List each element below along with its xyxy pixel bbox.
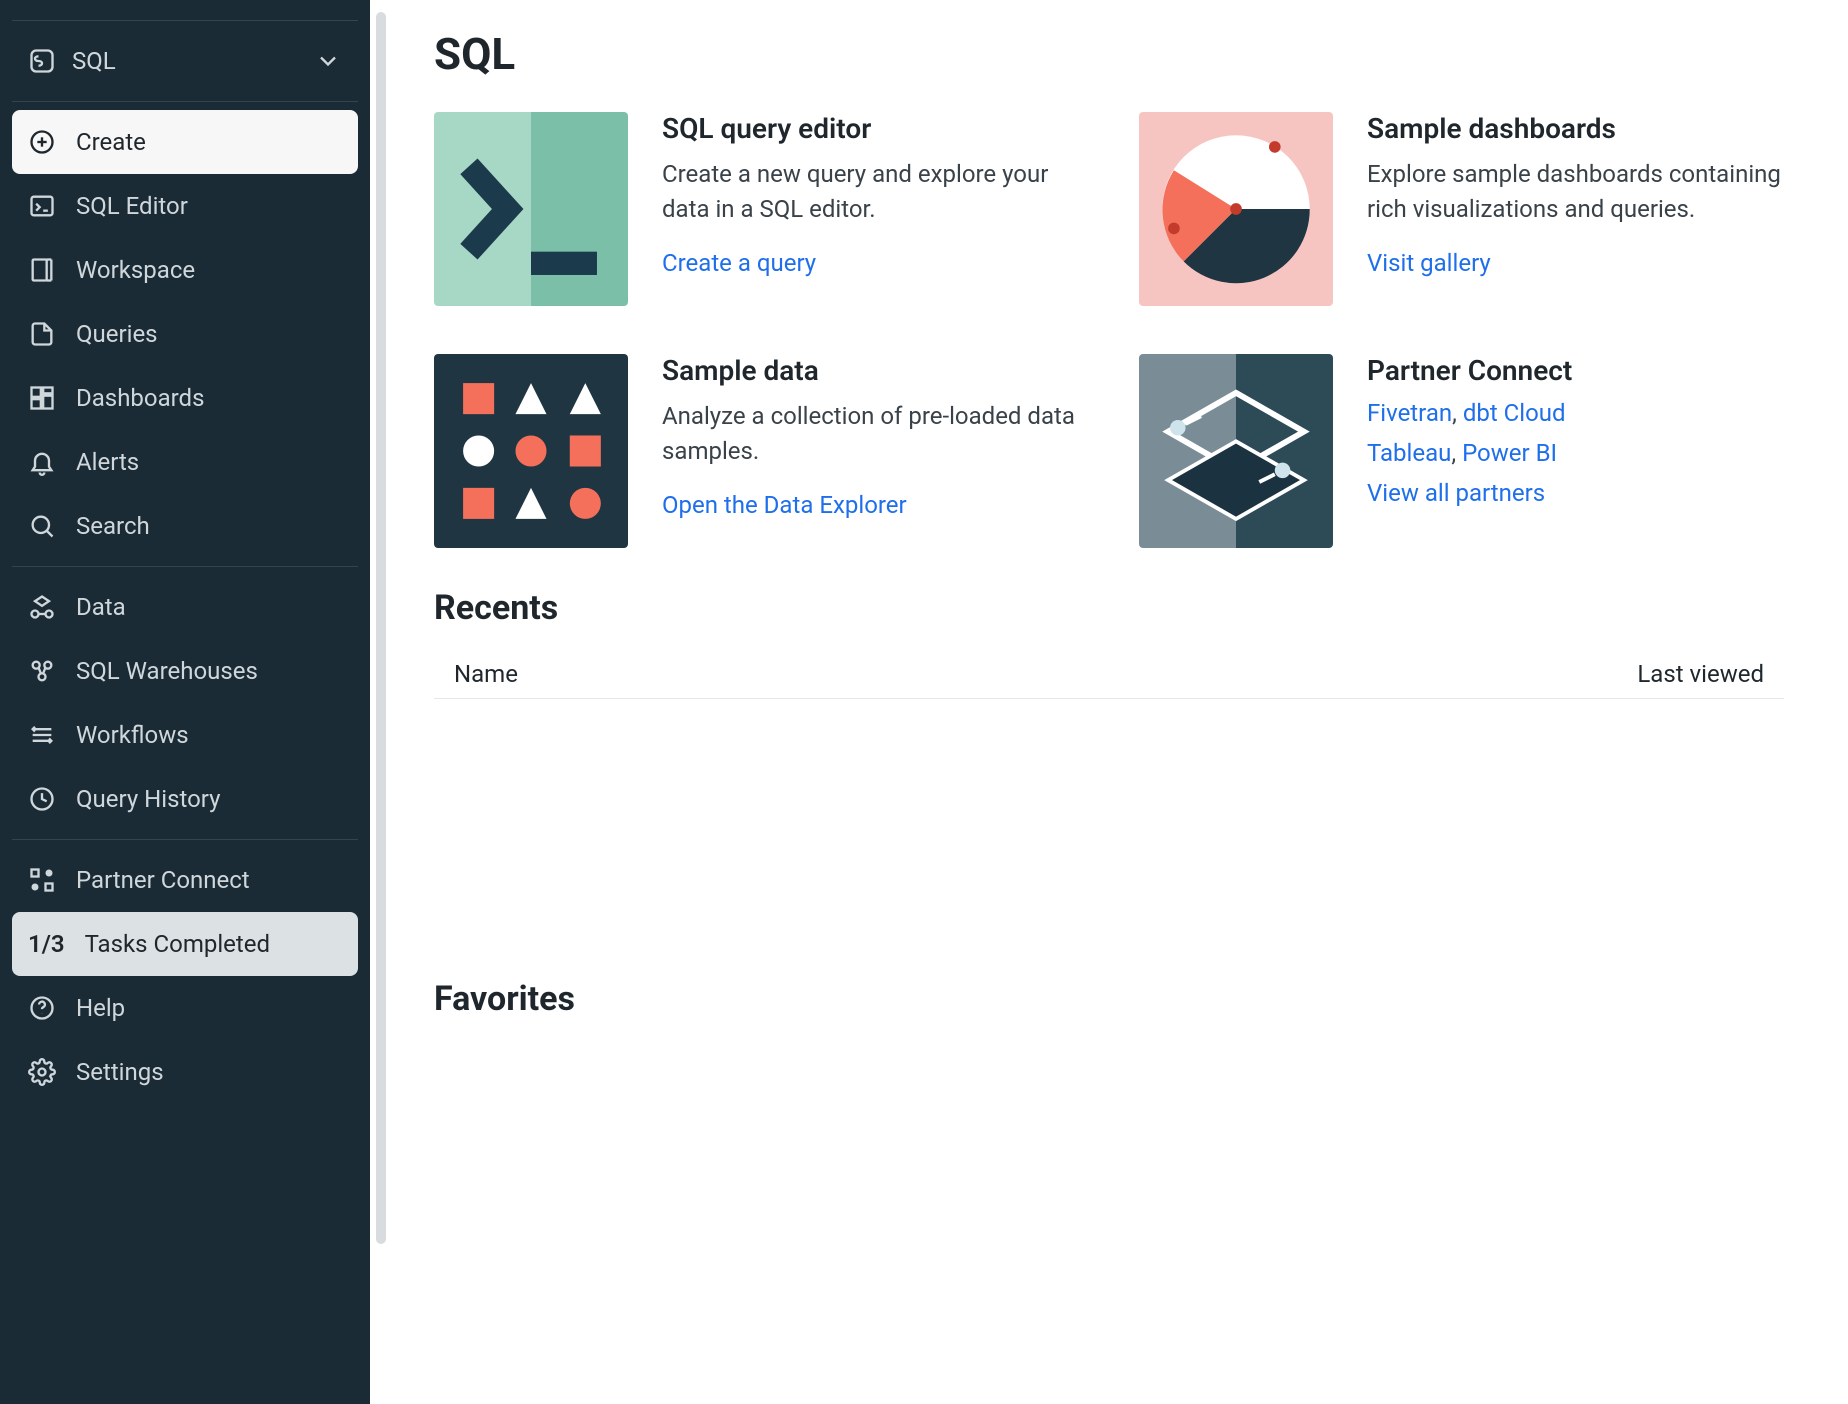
- sidebar-item-label: Workspace: [76, 256, 195, 284]
- tasks-completed-badge[interactable]: 1/3 Tasks Completed: [12, 912, 358, 976]
- sample-dashboards-illustration-icon: [1139, 112, 1333, 306]
- landing-cards: SQL query editor Create a new query and …: [434, 112, 1784, 548]
- sidebar-item-partner-connect[interactable]: Partner Connect: [12, 848, 358, 912]
- plus-circle-icon: [28, 128, 56, 156]
- workspace-icon: [28, 256, 56, 284]
- workflow-icon: [28, 721, 56, 749]
- sidebar: SQL Create SQL Editor Workspace Queries …: [0, 0, 370, 1404]
- card-sample-dashboards: Sample dashboards Explore sample dashboa…: [1139, 112, 1784, 306]
- scrollbar[interactable]: [376, 12, 386, 1244]
- sidebar-item-label: SQL Editor: [76, 192, 188, 220]
- main-content: SQL SQL query editor Create a new query …: [410, 0, 1808, 1404]
- recents-col-last-viewed: Last viewed: [1637, 660, 1764, 688]
- favorites-heading: Favorites: [434, 979, 1784, 1019]
- card-title: SQL query editor: [662, 112, 1079, 145]
- visit-gallery-link[interactable]: Visit gallery: [1367, 249, 1491, 277]
- partner-connect-icon: [28, 866, 56, 894]
- bell-icon: [28, 448, 56, 476]
- card-description: Explore sample dashboards containing ric…: [1367, 157, 1784, 227]
- product-switcher-label: SQL: [72, 47, 116, 75]
- sidebar-item-label: Queries: [76, 320, 158, 348]
- sidebar-item-queries[interactable]: Queries: [12, 302, 358, 366]
- data-icon: [28, 593, 56, 621]
- warehouse-icon: [28, 657, 56, 685]
- sidebar-item-label: Help: [76, 994, 125, 1022]
- recents-col-name: Name: [454, 660, 518, 688]
- card-title: Sample data: [662, 354, 1079, 387]
- card-title: Sample dashboards: [1367, 112, 1784, 145]
- partner-link-fivetran[interactable]: Fivetran: [1367, 399, 1452, 427]
- sql-logo-icon: [28, 47, 56, 75]
- gear-icon: [28, 1058, 56, 1086]
- sidebar-item-data[interactable]: Data: [12, 575, 358, 639]
- sidebar-item-settings[interactable]: Settings: [12, 1040, 358, 1104]
- chevron-down-icon: [314, 47, 342, 75]
- sidebar-item-label: Dashboards: [76, 384, 204, 412]
- sidebar-item-sql-editor[interactable]: SQL Editor: [12, 174, 358, 238]
- recents-heading: Recents: [434, 588, 1784, 628]
- partner-link-power-bi[interactable]: Power BI: [1462, 439, 1557, 467]
- product-switcher[interactable]: SQL: [12, 29, 358, 93]
- sidebar-item-dashboards[interactable]: Dashboards: [12, 366, 358, 430]
- sql-editor-illustration-icon: [434, 112, 628, 306]
- sidebar-item-label: Settings: [76, 1058, 164, 1086]
- sidebar-item-help[interactable]: Help: [12, 976, 358, 1040]
- partner-link-tableau[interactable]: Tableau: [1367, 439, 1451, 467]
- search-icon: [28, 512, 56, 540]
- sidebar-item-label: SQL Warehouses: [76, 657, 258, 685]
- sidebar-item-sql-warehouses[interactable]: SQL Warehouses: [12, 639, 358, 703]
- view-all-partners-link[interactable]: View all partners: [1367, 479, 1545, 507]
- tasks-label: Tasks Completed: [85, 930, 270, 958]
- main-area: SQL SQL query editor Create a new query …: [370, 0, 1848, 1404]
- sidebar-item-label: Create: [76, 128, 146, 156]
- card-description: Analyze a collection of pre-loaded data …: [662, 399, 1079, 469]
- sidebar-item-label: Data: [76, 593, 126, 621]
- card-sql-query-editor: SQL query editor Create a new query and …: [434, 112, 1079, 306]
- card-title: Partner Connect: [1367, 354, 1784, 387]
- sidebar-item-label: Search: [76, 512, 150, 540]
- sidebar-item-workspace[interactable]: Workspace: [12, 238, 358, 302]
- tasks-count: 1/3: [28, 930, 65, 958]
- dashboard-icon: [28, 384, 56, 412]
- page-title: SQL: [434, 28, 1784, 80]
- partner-connect-illustration-icon: [1139, 354, 1333, 548]
- card-description: Create a new query and explore your data…: [662, 157, 1079, 227]
- sample-data-illustration-icon: [434, 354, 628, 548]
- sidebar-item-label: Query History: [76, 785, 220, 813]
- file-icon: [28, 320, 56, 348]
- clock-icon: [28, 785, 56, 813]
- create-query-link[interactable]: Create a query: [662, 249, 816, 277]
- help-icon: [28, 994, 56, 1022]
- create-button[interactable]: Create: [12, 110, 358, 174]
- partner-link-dbt-cloud[interactable]: dbt Cloud: [1463, 399, 1566, 427]
- sidebar-item-alerts[interactable]: Alerts: [12, 430, 358, 494]
- card-sample-data: Sample data Analyze a collection of pre-…: [434, 354, 1079, 548]
- card-partner-connect: Partner Connect Fivetran, dbt Cloud Tabl…: [1139, 354, 1784, 548]
- sidebar-item-label: Workflows: [76, 721, 189, 749]
- sidebar-item-query-history[interactable]: Query History: [12, 767, 358, 831]
- sidebar-item-workflows[interactable]: Workflows: [12, 703, 358, 767]
- open-data-explorer-link[interactable]: Open the Data Explorer: [662, 491, 907, 519]
- terminal-icon: [28, 192, 56, 220]
- recents-empty: [434, 699, 1784, 959]
- sidebar-item-search[interactable]: Search: [12, 494, 358, 558]
- sidebar-item-label: Partner Connect: [76, 866, 250, 894]
- sidebar-item-label: Alerts: [76, 448, 139, 476]
- recents-table-header: Name Last viewed: [434, 650, 1784, 699]
